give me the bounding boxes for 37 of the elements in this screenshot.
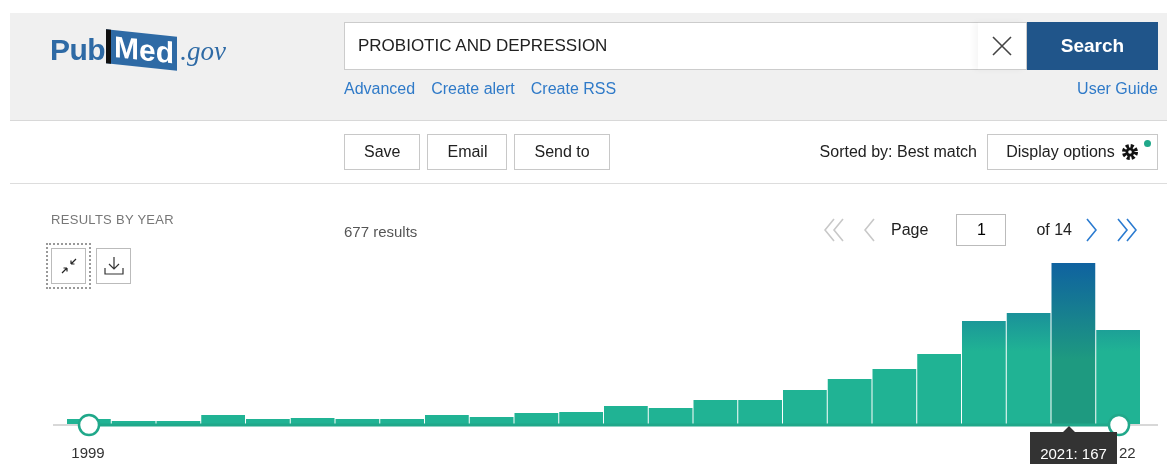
timeline-title: RESULTS BY YEAR [51, 212, 175, 227]
page-label: Page [891, 221, 929, 239]
results-count: 677 results [344, 222, 419, 240]
next-page-button[interactable] [1086, 218, 1097, 242]
end-year-label: 22 [1119, 444, 1136, 461]
histogram-bar[interactable] [648, 408, 693, 424]
search-option-link[interactable]: Advanced [344, 80, 416, 98]
sort-label[interactable]: Sorted by: Best match [819, 143, 977, 161]
chevron-icon [1086, 218, 1097, 242]
histogram-bar[interactable] [872, 369, 917, 424]
histogram-bar[interactable] [514, 413, 559, 424]
page-number-field[interactable]: 1 [956, 214, 1007, 246]
action-button[interactable]: Save [344, 134, 421, 170]
collapse-icon [60, 258, 77, 274]
download-button[interactable] [96, 248, 131, 284]
histogram-bar[interactable] [1006, 313, 1051, 424]
display-options-button[interactable]: Display options [987, 134, 1158, 170]
last-page-button[interactable] [1117, 218, 1137, 242]
gear-icon [1120, 143, 1139, 161]
double-chevron-icon [824, 218, 845, 242]
start-year-label: 1999 [71, 444, 105, 461]
page-total: of 14 [1036, 221, 1072, 239]
slider-handle[interactable] [77, 413, 101, 437]
histogram-bar[interactable] [1051, 263, 1096, 424]
user-guide-link[interactable]: User Guide [1077, 80, 1158, 98]
search-button[interactable]: Search [1027, 22, 1158, 70]
download-icon [103, 256, 124, 276]
search-option-link[interactable]: Create alert [431, 80, 515, 98]
chevron-icon [864, 218, 876, 242]
bar-tooltip: 2021: 167 [1030, 426, 1117, 464]
action-button[interactable]: Send to [514, 134, 610, 170]
slider-handle[interactable] [1107, 413, 1131, 437]
action-button[interactable]: Email [427, 134, 508, 170]
double-chevron-icon [1117, 218, 1137, 242]
histogram-bar[interactable] [693, 400, 738, 424]
search-option-link[interactable]: Create RSS [530, 80, 617, 98]
histogram-bar[interactable] [827, 379, 872, 424]
